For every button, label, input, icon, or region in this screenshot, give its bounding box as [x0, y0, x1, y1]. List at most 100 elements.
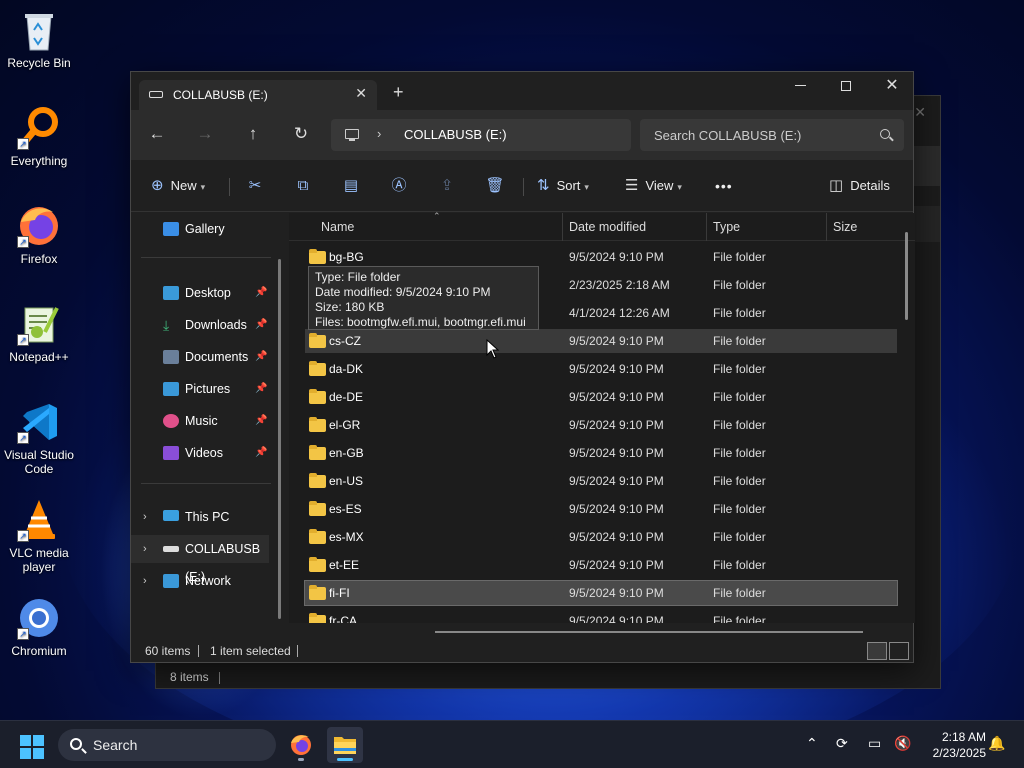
status-bar: 60 items 1 item selected: [131, 638, 913, 664]
horizontal-scrollbar[interactable]: [435, 631, 863, 633]
computer-icon: [163, 510, 179, 521]
nav-item-downloads[interactable]: ⤓ Downloads 📌: [131, 311, 271, 339]
show-hidden-icons-chevron-up-icon[interactable]: ⌃: [806, 735, 818, 752]
desktop-icon-vscode[interactable]: ↗ Visual Studio Code: [0, 400, 78, 476]
up-button[interactable]: ↑: [240, 122, 266, 146]
file-date: 9/5/2024 9:10 PM: [569, 558, 664, 572]
desktop-icon-notepad-plus-plus[interactable]: ↗ Notepad++: [0, 302, 78, 364]
active-indicator: [337, 758, 353, 761]
nav-item-videos[interactable]: Videos 📌: [131, 439, 271, 467]
table-row-selected[interactable]: fi-FI 9/5/2024 9:10 PM File folder: [304, 580, 898, 606]
table-row[interactable]: et-EE 9/5/2024 9:10 PM File folder: [305, 553, 897, 577]
nav-item-pictures[interactable]: Pictures 📌: [131, 375, 271, 403]
file-type: File folder: [713, 334, 766, 348]
details-view-icon[interactable]: [867, 642, 887, 660]
network-monitor-icon[interactable]: ▭: [868, 735, 881, 752]
file-date: 9/5/2024 9:10 PM: [569, 334, 664, 348]
pin-icon[interactable]: 📌: [255, 407, 267, 435]
taskbar-firefox[interactable]: [283, 727, 319, 763]
table-row[interactable]: en-US 9/5/2024 9:10 PM File folder: [305, 469, 897, 493]
nav-item-music[interactable]: Music 📌: [131, 407, 271, 435]
large-icons-view-icon[interactable]: [889, 642, 909, 660]
column-divider[interactable]: [562, 213, 563, 241]
forward-button[interactable]: →: [192, 122, 218, 146]
table-row[interactable]: cs-CZ 9/5/2024 9:10 PM File folder: [305, 329, 897, 353]
column-header-type[interactable]: Type: [713, 220, 740, 234]
chevron-right-icon[interactable]: ›: [143, 567, 147, 595]
folder-icon: [309, 473, 326, 488]
table-row[interactable]: es-MX 9/5/2024 9:10 PM File folder: [305, 525, 897, 549]
nav-item-collabusb[interactable]: › COLLABUSB (E:): [131, 535, 269, 584]
desktop-icon-vlc[interactable]: ↗ VLC media player: [0, 498, 78, 574]
sync-icon[interactable]: ⟳: [836, 735, 848, 752]
maximize-button[interactable]: [823, 72, 869, 102]
volume-muted-icon[interactable]: 🔇: [894, 735, 911, 752]
pin-icon[interactable]: 📌: [255, 343, 267, 371]
delete-button[interactable]: 🗑: [483, 174, 507, 198]
details-button[interactable]: ◫ Details: [829, 174, 890, 198]
vertical-scrollbar[interactable]: [905, 232, 908, 320]
nav-item-this-pc[interactable]: › This PC: [131, 503, 271, 531]
address-bar[interactable]: › COLLABUSB (E:): [331, 119, 631, 151]
copy-button[interactable]: ⧉: [291, 174, 315, 198]
desktop-icon-label: Firefox: [20, 252, 58, 266]
chevron-right-icon[interactable]: ›: [143, 503, 147, 531]
rename-button[interactable]: Ⓐ: [387, 174, 411, 198]
desktop-icon-firefox[interactable]: ↗ Firefox: [0, 204, 78, 266]
column-header-size[interactable]: Size: [833, 220, 857, 234]
taskbar-search[interactable]: Search: [58, 729, 276, 761]
pin-icon[interactable]: 📌: [255, 439, 267, 467]
pin-icon[interactable]: 📌: [255, 279, 267, 307]
desktop-icon-chromium[interactable]: ↗ Chromium: [0, 596, 78, 658]
column-divider[interactable]: [826, 213, 827, 241]
nav-item-gallery[interactable]: Gallery: [131, 215, 271, 243]
nav-item-documents[interactable]: Documents 📌: [131, 343, 271, 371]
pin-icon[interactable]: 📌: [255, 311, 267, 339]
notification-bell-icon[interactable]: 🔔: [988, 735, 1005, 752]
new-button[interactable]: ⊕ New ▾: [151, 174, 205, 198]
column-header-name[interactable]: Name: [321, 220, 354, 234]
tab-collabusb[interactable]: COLLABUSB (E:) ✕: [139, 80, 377, 110]
table-row[interactable]: fr-CA 9/5/2024 9:10 PM File folder: [305, 609, 897, 623]
close-icon[interactable]: ✕: [914, 104, 926, 121]
table-row[interactable]: el-GR 9/5/2024 9:10 PM File folder: [305, 413, 897, 437]
close-tab-icon[interactable]: ✕: [355, 85, 367, 102]
file-explorer-window[interactable]: COLLABUSB (E:) ✕ + ✕ ← → ↑ ↻ › COLLABUSB…: [130, 71, 915, 664]
sort-button[interactable]: ⇅ Sort ▾: [537, 174, 589, 198]
more-options-button[interactable]: •••: [715, 174, 733, 198]
taskbar-file-explorer[interactable]: [327, 727, 363, 763]
column-divider[interactable]: [706, 213, 707, 241]
new-tab-button[interactable]: +: [393, 83, 404, 101]
table-row[interactable]: es-ES 9/5/2024 9:10 PM File folder: [305, 497, 897, 521]
toolbar-separator: [229, 178, 230, 196]
column-header-date[interactable]: Date modified: [569, 220, 646, 234]
cut-button[interactable]: ✂: [243, 174, 267, 198]
system-clock[interactable]: 2:18 AM 2/23/2025: [920, 729, 986, 761]
chevron-down-icon: ▾: [584, 182, 589, 192]
chevron-right-icon[interactable]: ›: [143, 535, 147, 563]
pictures-icon: [163, 382, 179, 396]
share-button[interactable]: ⇪: [435, 174, 459, 198]
minimize-button[interactable]: [777, 72, 823, 102]
search-input[interactable]: Search COLLABUSB (E:): [640, 119, 904, 151]
tab-title: COLLABUSB (E:): [173, 88, 268, 102]
back-button[interactable]: ←: [144, 122, 170, 146]
desktop-icon-recycle-bin[interactable]: Recycle Bin: [0, 8, 78, 70]
nav-pane-scrollbar[interactable]: [278, 259, 281, 619]
close-window-button[interactable]: ✕: [869, 72, 915, 102]
table-row[interactable]: de-DE 9/5/2024 9:10 PM File folder: [305, 385, 897, 409]
table-row[interactable]: da-DK 9/5/2024 9:10 PM File folder: [305, 357, 897, 381]
desktop-icon-everything[interactable]: ↗ Everything: [0, 106, 78, 168]
chevron-right-icon[interactable]: ›: [377, 126, 381, 141]
table-row[interactable]: en-GB 9/5/2024 9:10 PM File folder: [305, 441, 897, 465]
pin-icon[interactable]: 📌: [255, 375, 267, 403]
paste-button[interactable]: ▤: [339, 174, 363, 198]
nav-item-network[interactable]: › Network: [131, 567, 271, 595]
vlc-icon: ↗: [17, 498, 61, 542]
view-button[interactable]: ☰ View ▾: [625, 174, 682, 198]
plus-circle-icon: ⊕: [151, 177, 164, 194]
title-bar[interactable]: COLLABUSB (E:) ✕ + ✕: [131, 72, 913, 110]
refresh-button[interactable]: ↻: [288, 122, 314, 146]
nav-item-desktop[interactable]: Desktop 📌: [131, 279, 271, 307]
start-button[interactable]: [20, 735, 44, 759]
